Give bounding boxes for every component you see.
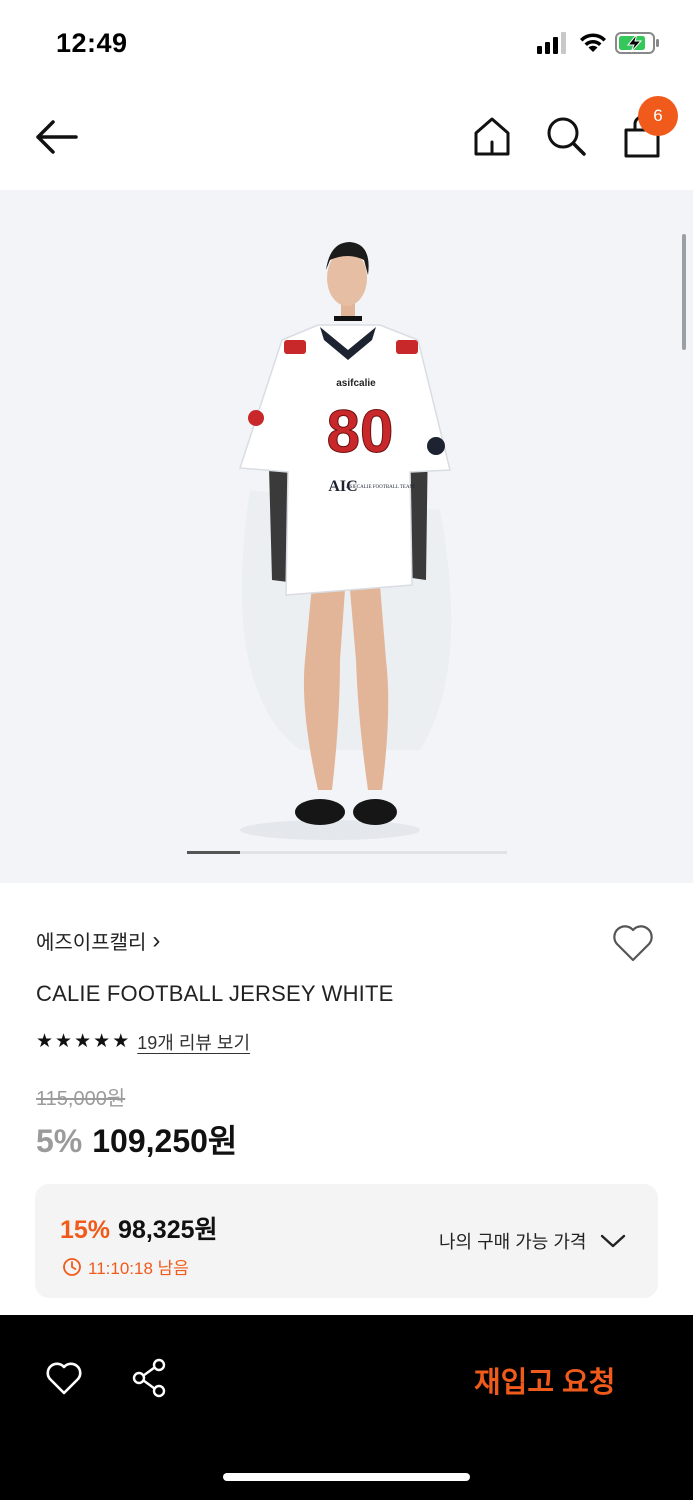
cellular-signal-icon [537,32,566,54]
discount-rate: 5% [36,1123,83,1159]
original-price: 115,000원 [36,1088,126,1110]
product-image-carousel[interactable]: asifcalie 80 AIC ASIFCALIE FOOTBALL TEAM [0,190,693,883]
star-icon: ★ [112,1031,130,1052]
rating-row: ★ ★ ★ ★ ★ 19개 리뷰 보기 [36,1030,250,1054]
countdown-timer: 11:10:18 남음 [62,1254,189,1279]
my-price-dropdown[interactable]: 나의 구매 가능 가격 [439,1228,626,1254]
jersey-sub-text: ASIFCALIE FOOTBALL TEAM [346,485,415,490]
status-time: 12:49 [56,28,128,58]
cart-count-badge: 6 [638,96,678,136]
star-icon: ★ [74,1031,92,1052]
coupon-price: 15% 98,325원 [60,1210,218,1246]
battery-icon [615,32,659,54]
star-icon: ★ [55,1031,73,1052]
jersey-number-text: 80 [327,398,394,465]
coupon-price-box[interactable]: 15% 98,325원 11:10:18 남음 나의 구매 가능 가격 [35,1184,658,1298]
rating-stars: ★ ★ ★ ★ ★ [36,1031,129,1053]
timer-text: 11:10:18 남음 [88,1259,189,1278]
clock-icon [63,1257,81,1276]
sale-price: 109,250원 [92,1123,238,1159]
my-price-label: 나의 구매 가능 가격 [439,1232,587,1252]
search-icon[interactable] [544,114,588,158]
wifi-icon [580,33,606,52]
chevron-down-icon [601,1234,626,1248]
review-link[interactable]: 19개 리뷰 보기 [137,1029,250,1055]
chevron-right-icon: › [152,926,161,954]
carousel-progress-indicator [187,851,240,854]
product-photo: asifcalie 80 AIC ASIFCALIE FOOTBALL TEAM [238,242,452,840]
brand-link[interactable]: 에즈이프캘리 › [36,926,160,955]
home-indicator[interactable] [223,1473,470,1481]
wishlist-heart-icon[interactable] [609,920,657,964]
page-scrollbar[interactable] [682,234,686,350]
top-nav [0,88,693,190]
star-icon: ★ [93,1031,111,1052]
product-name: CALIE FOOTBALL JERSEY WHITE [36,981,394,1006]
back-arrow-icon[interactable] [30,116,82,158]
star-icon: ★ [36,1031,54,1052]
restock-request-button[interactable]: 재입고 요청 [474,1359,615,1401]
coupon-price-value: 98,325원 [118,1216,218,1244]
status-bar: 12:49 [0,0,693,88]
home-icon[interactable] [470,114,514,158]
heart-icon[interactable] [44,1359,84,1397]
jersey-brand-text: asifcalie [336,378,376,389]
price-row: 5% 109,250원 [36,1116,237,1162]
coupon-discount-rate: 15% [60,1216,111,1244]
share-icon[interactable] [130,1357,170,1399]
brand-name: 에즈이프캘리 [36,932,147,954]
